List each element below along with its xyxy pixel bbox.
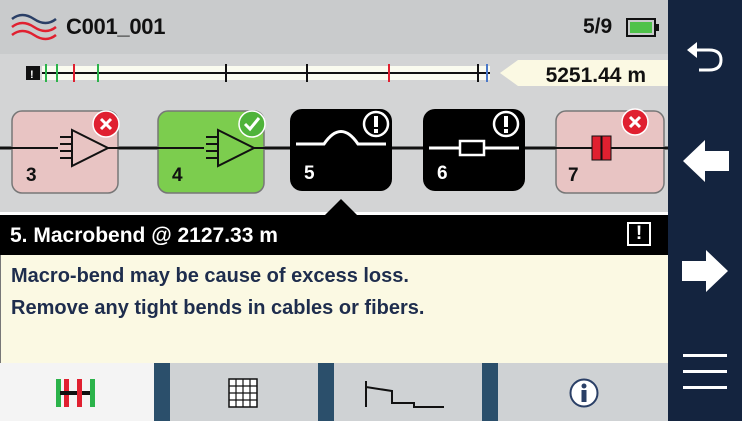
event-number: 4	[172, 165, 183, 186]
event-detail-title: 5. Macrobend @ 2127.33 m	[10, 224, 278, 247]
header-bar: C001_001 5/9	[0, 0, 668, 54]
info-tab[interactable]	[498, 363, 668, 421]
next-event-button[interactable]	[668, 236, 742, 306]
warning-badge-icon	[362, 110, 390, 138]
back-icon	[687, 42, 723, 72]
event-number: 6	[437, 163, 448, 184]
battery-icon	[626, 18, 659, 37]
warning-icon: !	[627, 222, 651, 246]
trace-tab[interactable]	[334, 363, 482, 421]
total-distance: 5251.44 m	[545, 64, 646, 87]
pass-badge-icon	[238, 110, 266, 138]
linkmap-icon	[56, 379, 95, 407]
svg-text:!: !	[30, 69, 34, 81]
previous-arrow-icon	[683, 140, 729, 182]
fiber-logo-icon	[11, 13, 57, 41]
event-detail-body: Macro-bend may be cause of excess loss. …	[0, 255, 668, 363]
menu-button[interactable]	[668, 340, 742, 410]
table-tab[interactable]	[170, 363, 318, 421]
fail-badge-icon	[621, 108, 649, 136]
linkmap-tab[interactable]	[0, 363, 154, 421]
event-number: 7	[568, 165, 579, 186]
back-button[interactable]	[668, 28, 742, 98]
page-indicator: 5/9	[583, 15, 613, 38]
event-number: 3	[26, 165, 37, 186]
navigation-sidebar	[668, 0, 742, 421]
main-panel: C001_001 5/9 ! 5251.44 m 3 4 5 6 7 5. Ma…	[0, 0, 668, 421]
bottom-tab-bar	[0, 363, 668, 421]
trace-icon	[365, 381, 444, 408]
total-distance-box: 5251.44 m	[508, 60, 668, 92]
event-number: 5	[304, 163, 315, 184]
event-detail-line-1: Macro-bend may be cause of excess loss.	[11, 265, 409, 287]
event-detail-header: 5. Macrobend @ 2127.33 m !	[0, 215, 668, 255]
selected-pointer-icon	[324, 199, 358, 216]
previous-event-button[interactable]	[668, 128, 742, 198]
menu-icon	[683, 354, 727, 389]
event-detail-line-2: Remove any tight bends in cables or fibe…	[11, 297, 425, 319]
info-icon	[569, 378, 599, 408]
file-title: C001_001	[66, 14, 166, 39]
warning-badge-icon	[492, 110, 520, 138]
grid-icon	[228, 378, 258, 408]
otdr-linkmap-screen: C001_001 5/9 ! 5251.44 m 3 4 5 6 7 5. Ma…	[0, 0, 742, 421]
next-arrow-icon	[682, 250, 728, 292]
fail-badge-icon	[92, 110, 120, 138]
